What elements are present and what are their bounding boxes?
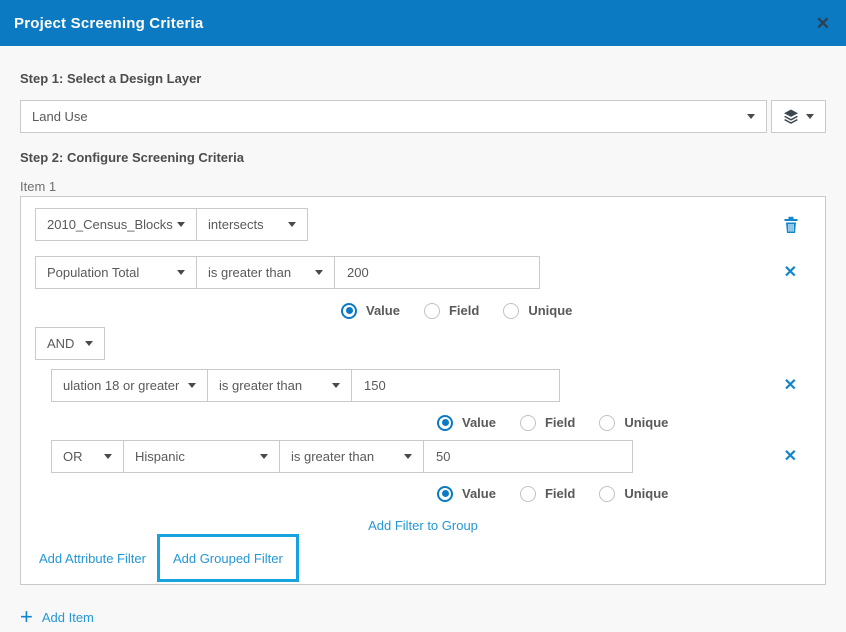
remove-icon: ✕ — [784, 448, 797, 465]
value-input[interactable] — [334, 256, 540, 289]
remove-filter-button[interactable]: ✕ — [784, 265, 797, 281]
filter-actions-row: Add Attribute Filter Add Grouped Filter — [35, 534, 811, 582]
filter-row-1: Population Total is greater than ✕ — [35, 256, 811, 289]
target-layer-value: 2010_Census_Blocks — [47, 217, 173, 232]
layer-operator-row: 2010_Census_Blocks intersects — [35, 208, 811, 241]
item-panel: 2010_Census_Blocks intersects — [20, 196, 826, 585]
operator-select[interactable]: is greater than — [207, 369, 352, 402]
filter2-mode-radios: Value Field Unique — [437, 414, 811, 431]
radio-value-label: Value — [462, 486, 496, 501]
group-logic-row: AND — [35, 327, 811, 360]
radio-field[interactable] — [520, 415, 536, 431]
project-screening-dialog: Project Screening Criteria ✕ Step 1: Sel… — [0, 0, 846, 626]
caret-down-icon — [747, 114, 755, 119]
dialog-title: Project Screening Criteria — [14, 15, 203, 32]
radio-field[interactable] — [424, 303, 440, 319]
layers-icon — [783, 109, 799, 124]
close-button[interactable]: ✕ — [816, 15, 830, 32]
highlight-box: Add Grouped Filter — [157, 534, 299, 582]
caret-down-icon — [315, 270, 323, 275]
trash-icon — [783, 216, 799, 234]
add-item-label: Add Item — [42, 610, 94, 625]
remove-filter-button[interactable]: ✕ — [784, 378, 797, 394]
filter-row-3: OR Hispanic is greater than ✕ — [35, 440, 811, 473]
field-select[interactable]: ulation 18 or greater — [51, 369, 208, 402]
logic-select[interactable]: OR — [51, 440, 124, 473]
operator-value: is greater than — [208, 265, 291, 280]
radio-unique[interactable] — [503, 303, 519, 319]
caret-down-icon — [177, 270, 185, 275]
value-input[interactable] — [351, 369, 560, 402]
radio-unique-label: Unique — [528, 303, 572, 318]
filter1-mode-radios: Value Field Unique — [341, 302, 811, 319]
group-logic-value: AND — [47, 336, 74, 351]
radio-field-label: Field — [449, 303, 479, 318]
spatial-operator-value: intersects — [208, 217, 264, 232]
plus-icon: + — [20, 608, 33, 626]
item-label: Item 1 — [20, 179, 826, 194]
operator-value: is greater than — [291, 449, 374, 464]
operator-select[interactable]: is greater than — [279, 440, 424, 473]
radio-field[interactable] — [520, 486, 536, 502]
radio-value[interactable] — [341, 303, 357, 319]
caret-down-icon — [404, 454, 412, 459]
caret-down-icon — [177, 222, 185, 227]
caret-down-icon — [288, 222, 296, 227]
step2-label: Step 2: Configure Screening Criteria — [20, 150, 826, 165]
radio-value[interactable] — [437, 486, 453, 502]
logic-value: OR — [63, 449, 83, 464]
caret-down-icon — [104, 454, 112, 459]
value-input[interactable] — [423, 440, 633, 473]
group-logic-select[interactable]: AND — [35, 327, 105, 360]
layer-options-button[interactable] — [771, 100, 826, 133]
design-layer-value: Land Use — [32, 109, 88, 124]
remove-icon: ✕ — [784, 264, 797, 281]
radio-unique-label: Unique — [624, 415, 668, 430]
radio-unique-label: Unique — [624, 486, 668, 501]
filter3-mode-radios: Value Field Unique — [437, 485, 811, 502]
caret-down-icon — [332, 383, 340, 388]
operator-value: is greater than — [219, 378, 302, 393]
radio-value[interactable] — [437, 415, 453, 431]
remove-filter-button[interactable]: ✕ — [784, 449, 797, 465]
field-value: Population Total — [47, 265, 139, 280]
add-item-button[interactable]: + Add Item — [20, 608, 826, 626]
field-select[interactable]: Population Total — [35, 256, 197, 289]
field-select[interactable]: Hispanic — [123, 440, 280, 473]
field-value: ulation 18 or greater — [63, 378, 179, 393]
caret-down-icon — [806, 114, 814, 119]
radio-unique[interactable] — [599, 415, 615, 431]
radio-field-label: Field — [545, 415, 575, 430]
radio-value-label: Value — [462, 415, 496, 430]
add-filter-to-group-link[interactable]: Add Filter to Group — [368, 518, 478, 533]
delete-item-button[interactable] — [783, 216, 799, 234]
radio-field-label: Field — [545, 486, 575, 501]
caret-down-icon — [188, 383, 196, 388]
close-icon: ✕ — [816, 14, 830, 33]
add-attribute-filter-link[interactable]: Add Attribute Filter — [39, 551, 146, 566]
step1-label: Step 1: Select a Design Layer — [20, 71, 826, 86]
radio-unique[interactable] — [599, 486, 615, 502]
target-layer-select[interactable]: 2010_Census_Blocks — [35, 208, 197, 241]
dialog-header: Project Screening Criteria ✕ — [0, 0, 846, 46]
design-layer-row: Land Use — [20, 100, 826, 133]
add-filter-to-group-row: Add Filter to Group — [35, 518, 811, 534]
add-grouped-filter-link[interactable]: Add Grouped Filter — [173, 551, 283, 566]
field-value: Hispanic — [135, 449, 185, 464]
operator-select[interactable]: is greater than — [196, 256, 335, 289]
spatial-operator-select[interactable]: intersects — [196, 208, 308, 241]
remove-icon: ✕ — [784, 377, 797, 394]
filter-row-2: ulation 18 or greater is greater than ✕ — [35, 369, 811, 402]
radio-value-label: Value — [366, 303, 400, 318]
caret-down-icon — [85, 341, 93, 346]
design-layer-select[interactable]: Land Use — [20, 100, 767, 133]
caret-down-icon — [260, 454, 268, 459]
